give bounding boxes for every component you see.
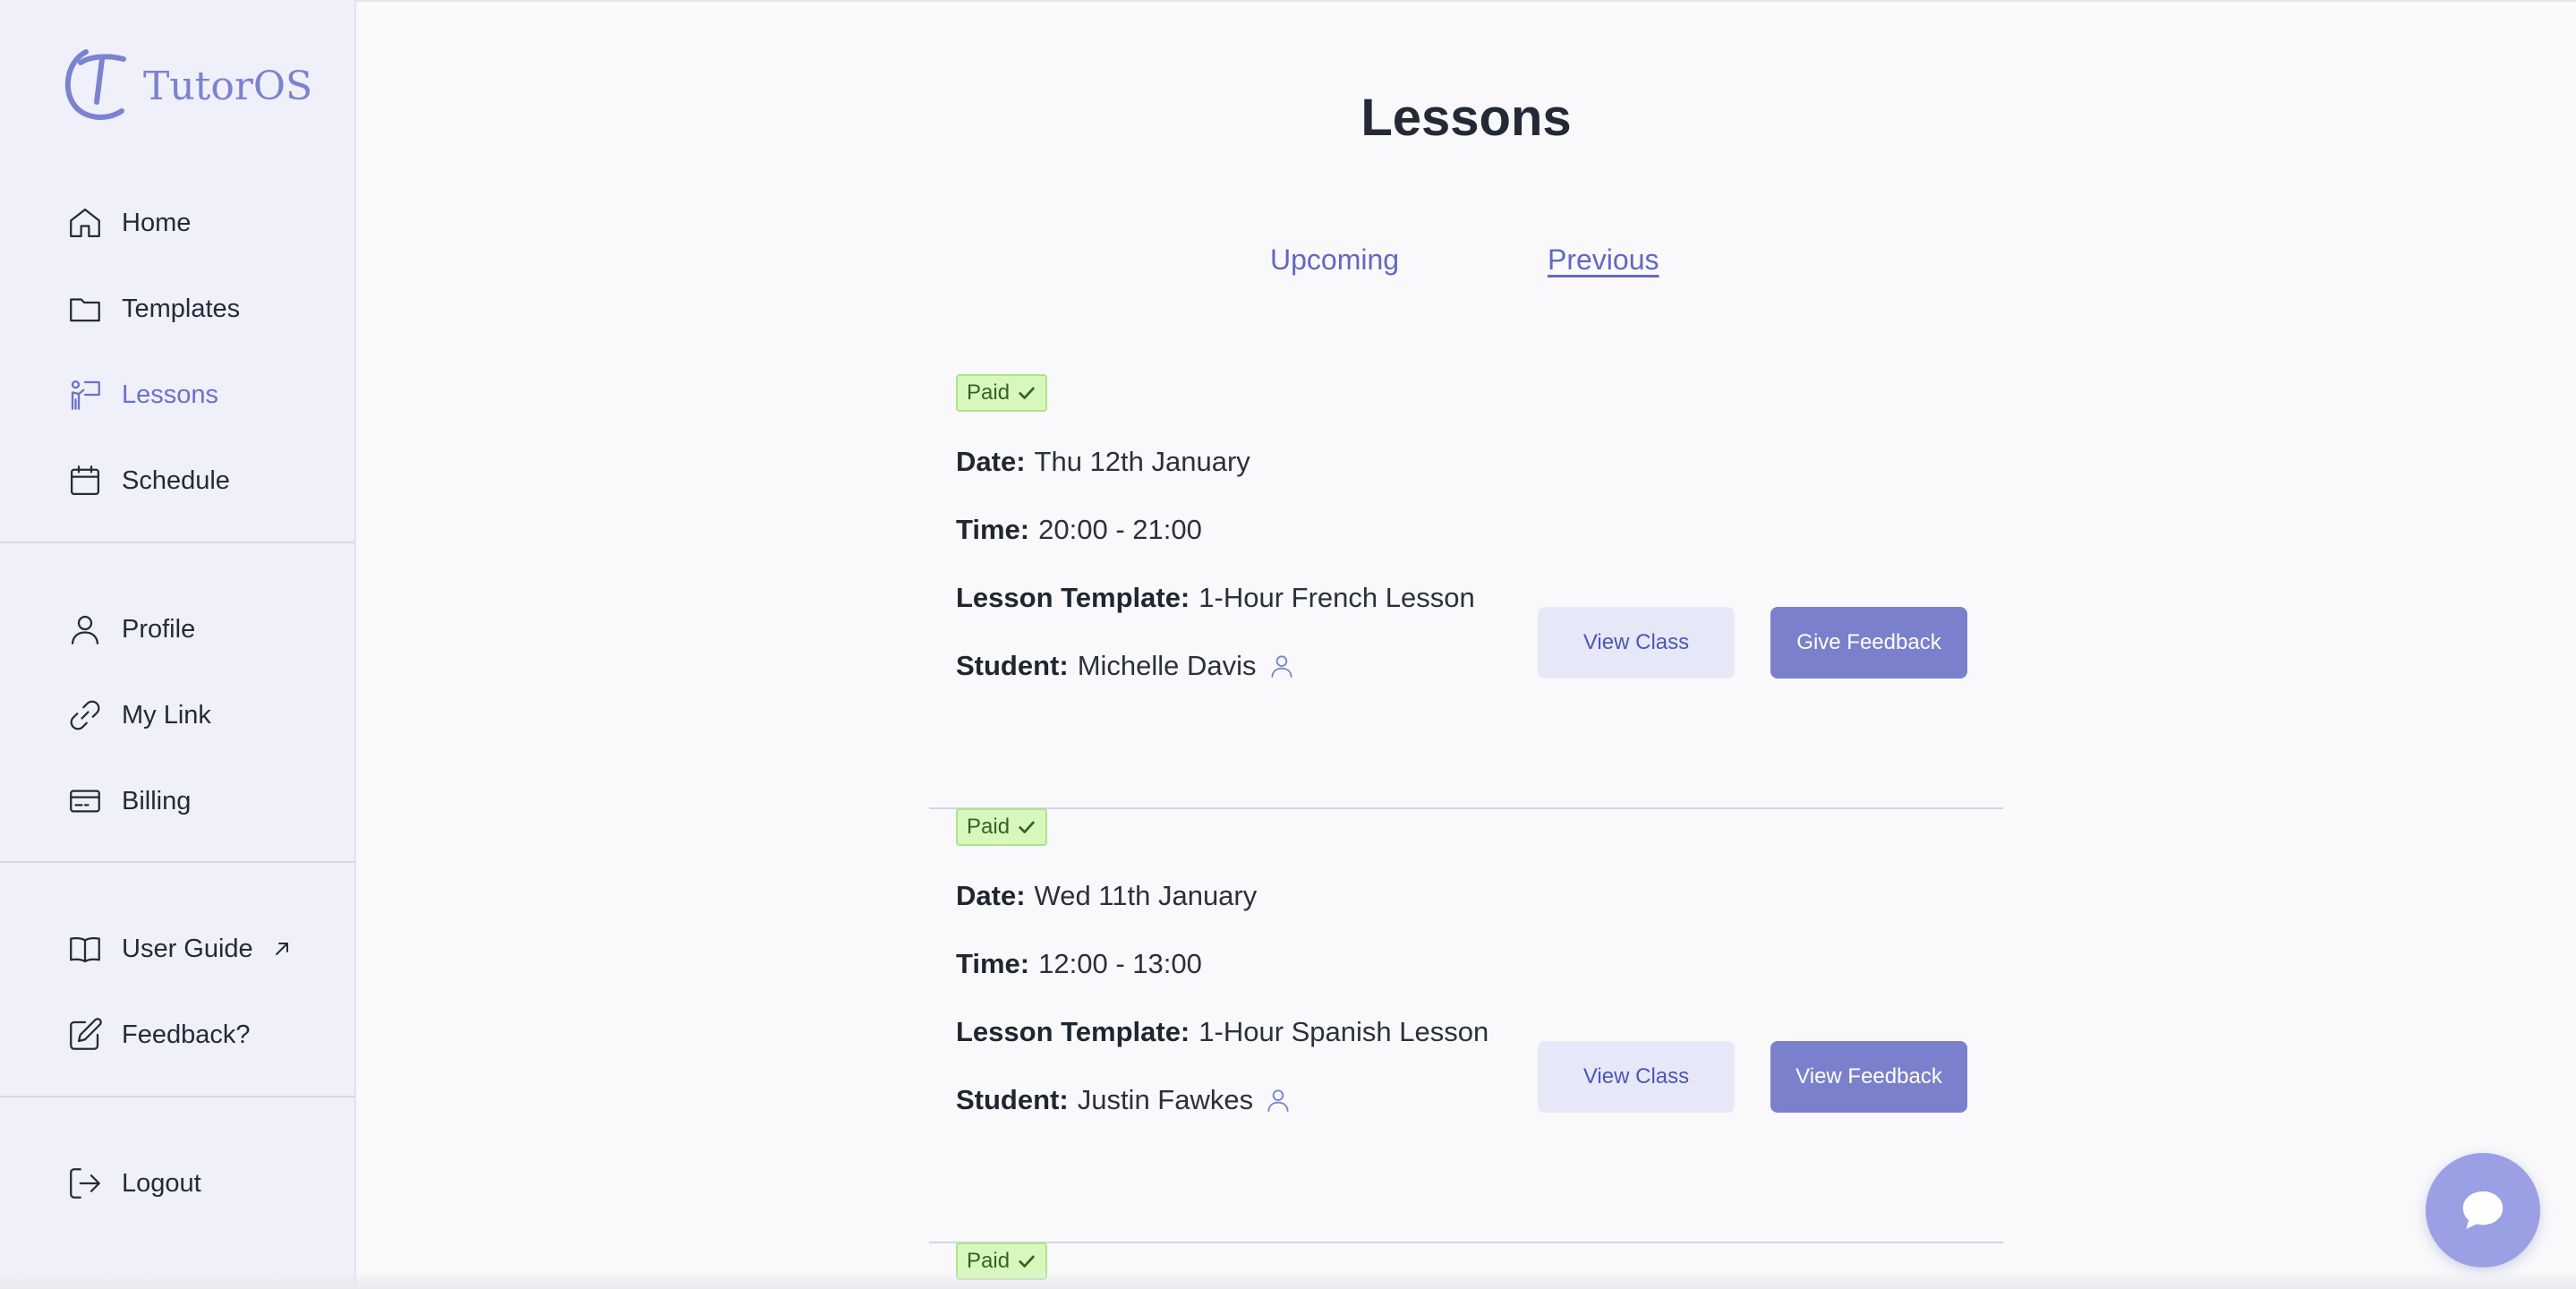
time-value: 12:00 - 13:00 — [1038, 948, 1202, 979]
sidebar-divider — [0, 1096, 354, 1097]
time-value: 20:00 - 21:00 — [1038, 514, 1202, 545]
sidebar-item-label: User Guide — [122, 934, 253, 963]
sidebar-item-label: Schedule — [122, 465, 230, 495]
view-class-button[interactable]: View Class — [1538, 1041, 1735, 1113]
app-logo[interactable]: TutorOS — [61, 45, 312, 124]
check-icon — [1019, 821, 1035, 833]
scroll-fade — [0, 1271, 2576, 1289]
date-label: Date: — [956, 880, 1026, 911]
link-icon — [70, 700, 100, 730]
template-value: 1-Hour Spanish Lesson — [1198, 1016, 1489, 1047]
top-border — [0, 0, 2576, 2]
sidebar-item-label: Feedback? — [122, 1020, 251, 1049]
sidebar-item-label: Billing — [122, 786, 192, 815]
lesson-card: Paid Date: Thu 12th January Time: 20:00 … — [929, 374, 2003, 809]
status-badge: Paid — [956, 374, 1048, 412]
logout-icon — [70, 1168, 100, 1199]
check-icon — [1019, 387, 1035, 399]
sidebar-item-logout[interactable]: Logout — [66, 1157, 201, 1210]
student-label: Student: — [956, 650, 1069, 681]
view-feedback-button[interactable]: View Feedback — [1770, 1041, 1967, 1113]
view-class-button[interactable]: View Class — [1538, 607, 1735, 679]
template-value: 1-Hour French Lesson — [1198, 582, 1475, 613]
sidebar: TutorOS Home Templates Lessons Schedule … — [0, 0, 356, 1289]
lesson-student: Student: Justin Fawkes — [956, 1084, 1292, 1116]
date-value: Wed 11th January — [1034, 880, 1258, 911]
tab-upcoming[interactable]: Upcoming — [1270, 243, 1399, 277]
sidebar-divider — [0, 861, 354, 863]
student-label: Student: — [956, 1084, 1069, 1115]
sidebar-item-my-link[interactable]: My Link — [66, 688, 211, 742]
book-icon — [70, 936, 100, 963]
sidebar-item-templates[interactable]: Templates — [66, 282, 240, 336]
sidebar-item-schedule[interactable]: Schedule — [66, 454, 230, 508]
status-badge-label: Paid — [967, 1249, 1011, 1273]
home-icon — [70, 208, 100, 238]
sidebar-item-label: Templates — [122, 294, 241, 323]
lesson-date: Date: Wed 11th January — [956, 880, 1257, 912]
template-label: Lesson Template: — [956, 582, 1190, 613]
sidebar-item-billing[interactable]: Billing — [66, 774, 191, 828]
teacher-board-icon — [71, 380, 100, 410]
lesson-student: Student: Michelle Davis — [956, 650, 1296, 682]
credit-card-icon — [70, 790, 100, 813]
chat-bubble-icon — [2462, 1191, 2503, 1229]
sidebar-item-lessons[interactable]: Lessons — [66, 368, 218, 422]
time-label: Time: — [956, 948, 1030, 979]
sidebar-item-profile[interactable]: Profile — [66, 602, 195, 656]
student-value: Justin Fawkes — [1077, 1084, 1254, 1115]
lesson-template: Lesson Template: 1-Hour Spanish Lesson — [956, 1016, 1488, 1048]
date-value: Thu 12th January — [1034, 446, 1250, 477]
tab-previous[interactable]: Previous — [1548, 243, 1659, 277]
time-label: Time: — [956, 514, 1030, 545]
lesson-date: Date: Thu 12th January — [956, 446, 1250, 478]
student-profile-icon[interactable] — [1267, 652, 1296, 680]
sidebar-item-label: My Link — [122, 700, 211, 730]
template-label: Lesson Template: — [956, 1016, 1190, 1047]
lesson-card: Paid Date: Wed 11th January Time: 12:00 … — [929, 808, 2003, 1243]
give-feedback-button[interactable]: Give Feedback — [1770, 607, 1967, 679]
sidebar-item-label: Home — [122, 208, 192, 237]
sidebar-item-label: Profile — [122, 614, 196, 644]
status-badge-label: Paid — [967, 380, 1011, 405]
lesson-time: Time: 20:00 - 21:00 — [956, 514, 1202, 546]
page-title: Lessons — [1361, 89, 1572, 147]
folder-icon — [70, 298, 100, 322]
tutoros-logo-icon — [64, 49, 126, 120]
sidebar-item-user-guide[interactable]: User Guide — [66, 922, 293, 976]
external-link-icon — [275, 943, 288, 955]
lesson-time: Time: 12:00 - 13:00 — [956, 948, 1202, 980]
sidebar-item-feedback[interactable]: Feedback? — [66, 1008, 251, 1062]
status-badge: Paid — [956, 808, 1048, 846]
sidebar-item-home[interactable]: Home — [66, 196, 191, 250]
app-name: TutorOS — [143, 63, 313, 109]
check-icon — [1019, 1255, 1035, 1268]
lesson-template: Lesson Template: 1-Hour French Lesson — [956, 582, 1475, 614]
edit-icon — [70, 1018, 102, 1050]
sidebar-item-label: Lessons — [122, 380, 219, 409]
sidebar-divider — [0, 542, 354, 543]
student-profile-icon[interactable] — [1264, 1086, 1292, 1114]
calendar-icon — [70, 465, 100, 496]
status-badge-label: Paid — [967, 815, 1011, 839]
user-icon — [71, 615, 99, 644]
chat-launcher-button[interactable] — [2426, 1153, 2540, 1268]
sidebar-item-label: Logout — [122, 1168, 201, 1198]
date-label: Date: — [956, 446, 1026, 477]
student-value: Michelle Davis — [1077, 650, 1257, 681]
